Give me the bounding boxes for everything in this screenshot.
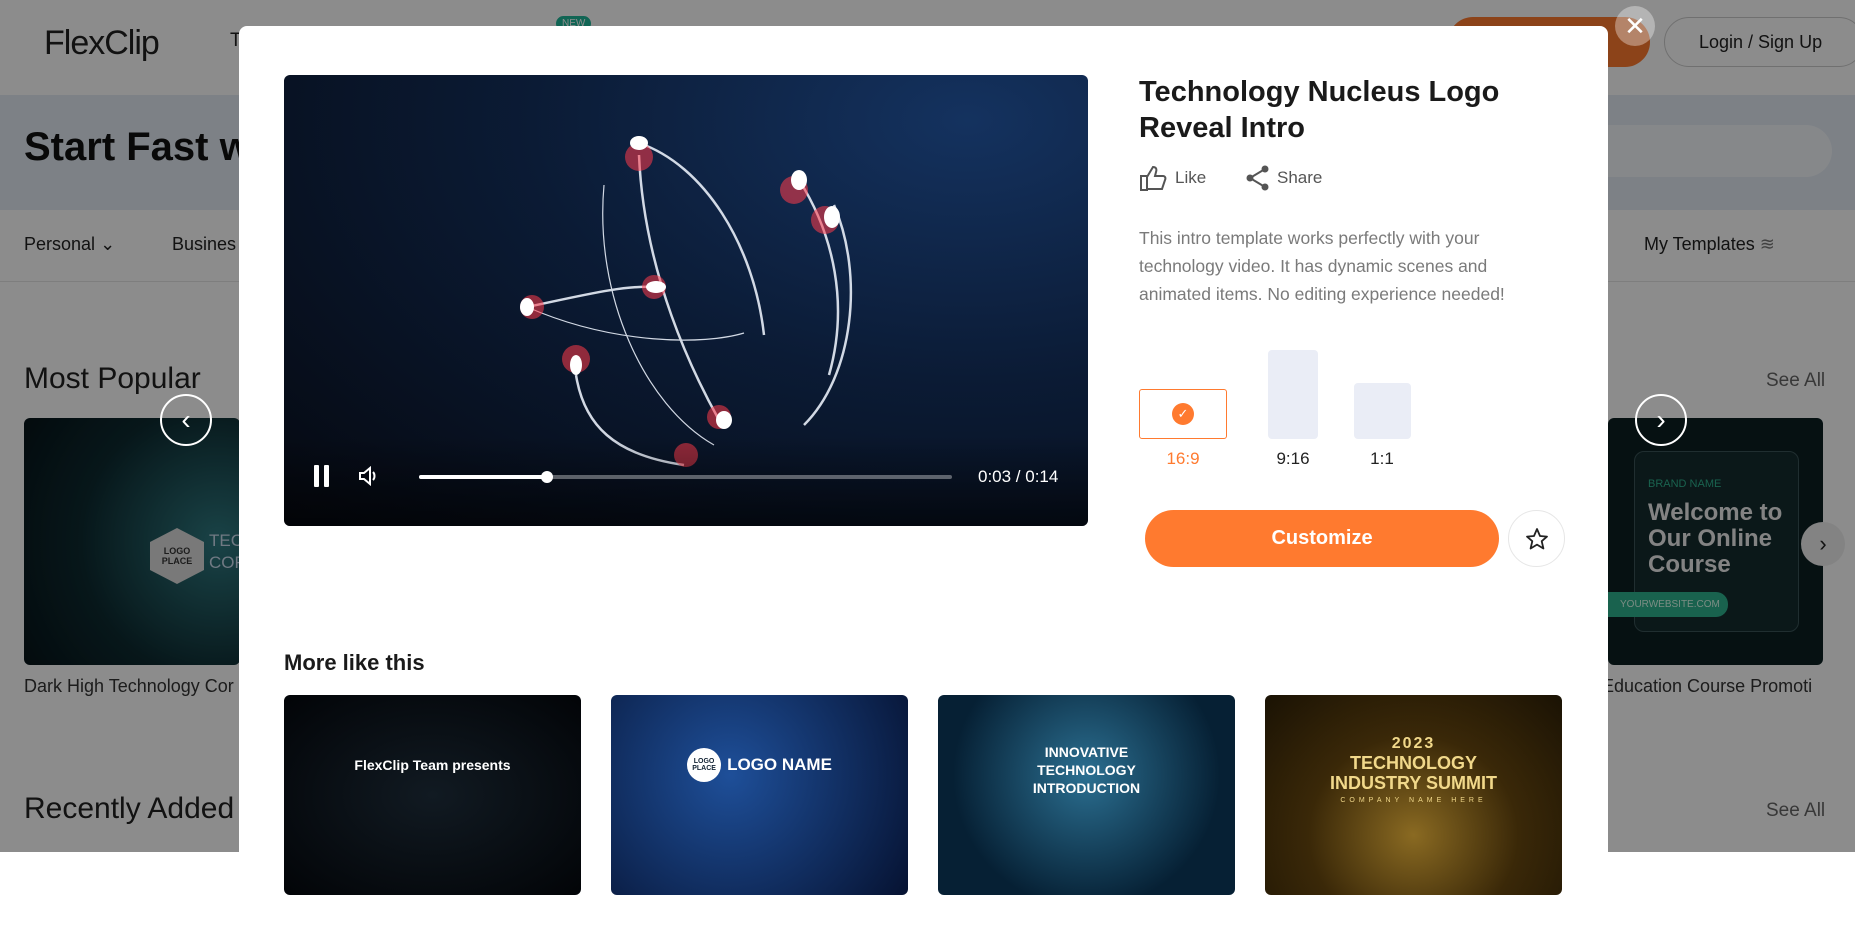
next-template-button[interactable]: › — [1635, 394, 1687, 446]
template-description: This intro template works perfectly with… — [1139, 228, 1505, 304]
pause-icon — [314, 465, 319, 487]
progress-slider[interactable] — [419, 471, 952, 483]
star-icon — [1525, 527, 1548, 549]
ratio-16-9-option[interactable]: ✓ — [1139, 389, 1227, 439]
chevron-left-icon: ‹ — [181, 404, 191, 435]
video-player[interactable]: 0:03 / 0:14 — [284, 75, 1088, 526]
ratio-1-1-option[interactable] — [1354, 383, 1411, 439]
template-preview-modal: 0:03 / 0:14 Technology Nucleus Logo Reve… — [239, 26, 1608, 926]
related-template-card[interactable]: 2023 TECHNOLOGY INDUSTRY SUMMIT COMPANY … — [1265, 695, 1562, 895]
share-icon — [1246, 165, 1269, 191]
related-template-card[interactable]: FlexClip Team presents — [284, 695, 581, 895]
thumb-year: 2023 — [1391, 735, 1436, 752]
check-icon: ✓ — [1172, 403, 1194, 425]
related-template-card[interactable]: LOGO PLACE LOGO NAME — [611, 695, 908, 895]
share-button[interactable]: Share — [1245, 164, 1322, 192]
thumbs-up-icon — [1140, 165, 1167, 191]
like-button[interactable]: Like — [1139, 164, 1206, 192]
progress-handle[interactable] — [540, 471, 553, 483]
ratio-label: 16:9 — [1166, 449, 1200, 468]
ratio-label: 9:16 — [1276, 449, 1310, 468]
thumb-text: INNOVATIVE TECHNOLOGY INTRODUCTION — [1032, 744, 1141, 796]
related-template-card[interactable]: INNOVATIVE TECHNOLOGY INTRODUCTION — [938, 695, 1235, 895]
ratio-label: 1:1 — [1370, 449, 1394, 468]
favorite-button[interactable] — [1508, 510, 1565, 567]
close-modal-button[interactable]: ✕ — [1615, 6, 1655, 46]
volume-icon[interactable] — [358, 466, 380, 486]
previous-template-button[interactable]: ‹ — [160, 394, 212, 446]
thumb-text: FlexClip Team presents — [354, 757, 511, 773]
customize-button[interactable]: Customize — [1145, 510, 1499, 567]
thumb-text: TECHNOLOGY INDUSTRY SUMMIT — [1329, 753, 1497, 793]
thumb-text: LOGO NAME — [727, 755, 832, 774]
thumb-subtext: COMPANY NAME HERE — [1340, 797, 1487, 804]
close-icon: ✕ — [1624, 10, 1646, 41]
pause-button[interactable] — [312, 465, 332, 487]
chevron-right-icon: › — [1656, 404, 1666, 435]
video-time: 0:03 / 0:14 — [978, 467, 1059, 486]
more-like-this-heading: More like this — [284, 650, 425, 675]
thumb-logo: LOGO PLACE — [687, 748, 722, 782]
ratio-9-16-option[interactable] — [1268, 350, 1318, 439]
template-title: Technology Nucleus Logo Reveal Intro — [1139, 76, 1500, 144]
